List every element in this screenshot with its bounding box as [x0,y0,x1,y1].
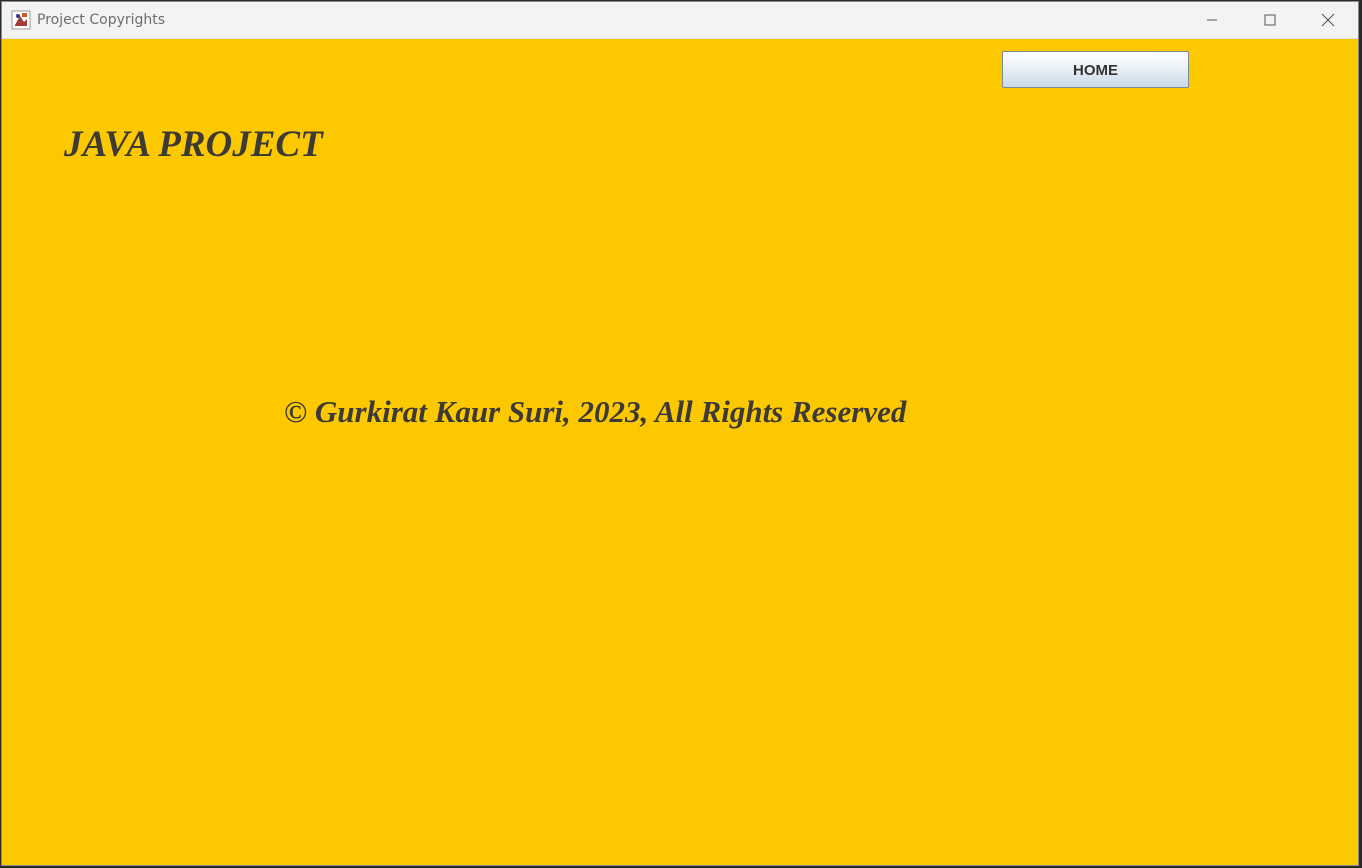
minimize-button[interactable] [1183,2,1241,38]
window-title: Project Copyrights [37,12,166,28]
title-bar[interactable]: Project Copyrights [2,2,1358,39]
project-title: JAVA PROJECT [64,124,323,165]
minimize-icon [1206,14,1218,26]
close-icon [1321,13,1335,27]
content-panel: HOME JAVA PROJECT © Gurkirat Kaur Suri, … [2,39,1358,865]
maximize-button[interactable] [1241,2,1299,38]
java-app-icon [11,10,31,30]
home-button[interactable]: HOME [1002,51,1189,88]
app-window: Project Copyrights HOME JAVA PROJECT © G… [1,1,1359,866]
close-button[interactable] [1299,2,1357,38]
copyright-text: © Gurkirat Kaur Suri, 2023, All Rights R… [284,394,907,429]
maximize-icon [1264,14,1276,26]
